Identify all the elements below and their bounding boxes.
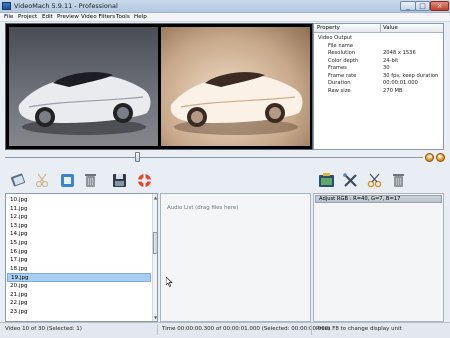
filter-tools-icon[interactable] xyxy=(342,172,359,189)
frame-icon[interactable] xyxy=(59,172,76,189)
property-key: Frame rate xyxy=(328,72,357,79)
property-row: File name xyxy=(314,43,443,51)
list-item[interactable]: 21.jpg xyxy=(7,291,151,300)
list-item[interactable]: 13.jpg xyxy=(7,222,151,231)
property-row: Frame rate 30 fps, keep duration xyxy=(314,73,443,81)
property-value: 2048 x 1536 xyxy=(383,50,416,56)
list-item[interactable]: 23.jpg xyxy=(7,308,151,317)
filter-list[interactable]: Adjust RGB : R=40, G=7, B=17 xyxy=(313,193,444,322)
property-value: 30 fps, keep duration xyxy=(383,72,439,79)
list-item[interactable]: 16.jpg xyxy=(7,248,151,257)
status-bar: Video 10 of 30 (Selected: 1) Time 00:00:… xyxy=(0,322,450,338)
property-group: Video Output xyxy=(314,35,443,43)
property-value: 24-bit xyxy=(383,57,399,64)
file-list-scrollbar[interactable]: ▲ ▼ xyxy=(152,194,157,321)
filter-item[interactable]: Adjust RGB : R=40, G=7, B=17 xyxy=(315,195,442,203)
seek-slider-thumb[interactable] xyxy=(135,152,140,162)
previous-frame-icon[interactable]: ◀ xyxy=(425,153,434,162)
property-value: 30 xyxy=(383,65,390,71)
maximize-button[interactable]: □ xyxy=(415,1,430,11)
cut-disabled-icon[interactable] xyxy=(34,172,51,189)
menu-video-filters[interactable]: Video Filters xyxy=(81,14,115,20)
property-column-header[interactable]: Property xyxy=(317,25,340,31)
car-image xyxy=(18,72,151,135)
menu-project[interactable]: Project xyxy=(18,14,37,20)
scissors-icon[interactable] xyxy=(366,172,383,189)
list-item[interactable]: 17.jpg xyxy=(7,256,151,265)
scroll-up-icon[interactable]: ▲ xyxy=(153,195,157,200)
list-item[interactable]: 11.jpg xyxy=(7,205,151,214)
window-title: VideoMach 5.9.11 - Professional xyxy=(14,2,118,10)
list-item[interactable]: 14.jpg xyxy=(7,230,151,239)
property-key: Frames xyxy=(328,65,347,71)
value-column-header[interactable]: Value xyxy=(383,25,398,31)
property-header: Property Value xyxy=(314,24,443,33)
minimize-button[interactable]: _ xyxy=(400,1,416,11)
menu-bar: File Project Edit Preview Video Filters … xyxy=(0,13,450,22)
menu-file[interactable]: File xyxy=(4,14,13,20)
list-item[interactable]: 15.jpg xyxy=(7,239,151,248)
status-hint: Press F8 to change display unit xyxy=(316,326,402,332)
menu-tools[interactable]: Tools xyxy=(116,14,130,20)
menu-preview[interactable]: Preview xyxy=(57,14,79,20)
property-row: Color depth 24-bit xyxy=(314,58,443,66)
source-frame xyxy=(9,27,158,146)
status-video-count: Video 10 of 30 (Selected: 1) xyxy=(5,326,82,332)
menu-help[interactable]: Help xyxy=(134,14,147,20)
property-key: Raw size xyxy=(328,87,351,94)
list-item[interactable]: 20.jpg xyxy=(7,282,151,291)
scroll-down-icon[interactable]: ▼ xyxy=(153,315,157,320)
mouse-cursor-icon xyxy=(166,277,173,287)
open-file-icon[interactable] xyxy=(10,172,27,189)
property-panel: Property Value Video Output File name Re… xyxy=(313,23,444,150)
next-frame-icon[interactable]: ▶ xyxy=(436,153,445,162)
status-time: Time 00:00:00.300 of 00:00:01.000 (Selec… xyxy=(162,326,331,332)
property-row: Raw size 270 MB xyxy=(314,88,443,96)
car-image-filtered xyxy=(170,72,303,135)
seek-track[interactable] xyxy=(5,157,423,158)
list-item[interactable]: 22.jpg xyxy=(7,299,151,308)
list-item[interactable]: 10.jpg xyxy=(7,196,151,205)
help-lifebuoy-icon[interactable] xyxy=(136,172,153,189)
property-key: File name xyxy=(328,42,354,49)
list-item[interactable]: 12.jpg xyxy=(7,213,151,222)
audio-list[interactable]: Audio List (drag files here) xyxy=(160,193,311,322)
filter-delete-icon[interactable] xyxy=(390,172,407,189)
app-icon xyxy=(2,2,11,10)
video-preview-area xyxy=(5,23,313,150)
property-row: Duration 00:00:01.000 xyxy=(314,80,443,88)
list-item[interactable]: 18.jpg xyxy=(7,265,151,274)
property-row: Frames 30 xyxy=(314,65,443,73)
property-key: Resolution xyxy=(328,50,356,56)
property-key: Duration xyxy=(328,80,351,86)
delete-icon[interactable] xyxy=(82,172,99,189)
preview-frame xyxy=(161,27,310,146)
property-key: Color depth xyxy=(328,57,359,64)
file-list[interactable]: 10.jpg 11.jpg 12.jpg 13.jpg 14.jpg 15.jp… xyxy=(5,193,158,322)
list-item-selected[interactable]: 19.jpg xyxy=(7,273,151,282)
scrollbar-thumb[interactable] xyxy=(153,232,157,254)
close-button[interactable]: × xyxy=(430,1,449,11)
add-filter-icon[interactable] xyxy=(318,172,335,189)
audio-list-hint: Audio List (drag files here) xyxy=(167,205,239,211)
title-bar: VideoMach 5.9.11 - Professional _ □ × xyxy=(0,0,450,13)
property-value: 00:00:01.000 xyxy=(383,80,418,86)
group-label: Video Output xyxy=(318,35,353,41)
save-icon[interactable] xyxy=(111,172,128,189)
property-row: Resolution 2048 x 1536 xyxy=(314,50,443,58)
property-value: 270 MB xyxy=(383,87,403,94)
menu-edit[interactable]: Edit xyxy=(42,14,53,20)
